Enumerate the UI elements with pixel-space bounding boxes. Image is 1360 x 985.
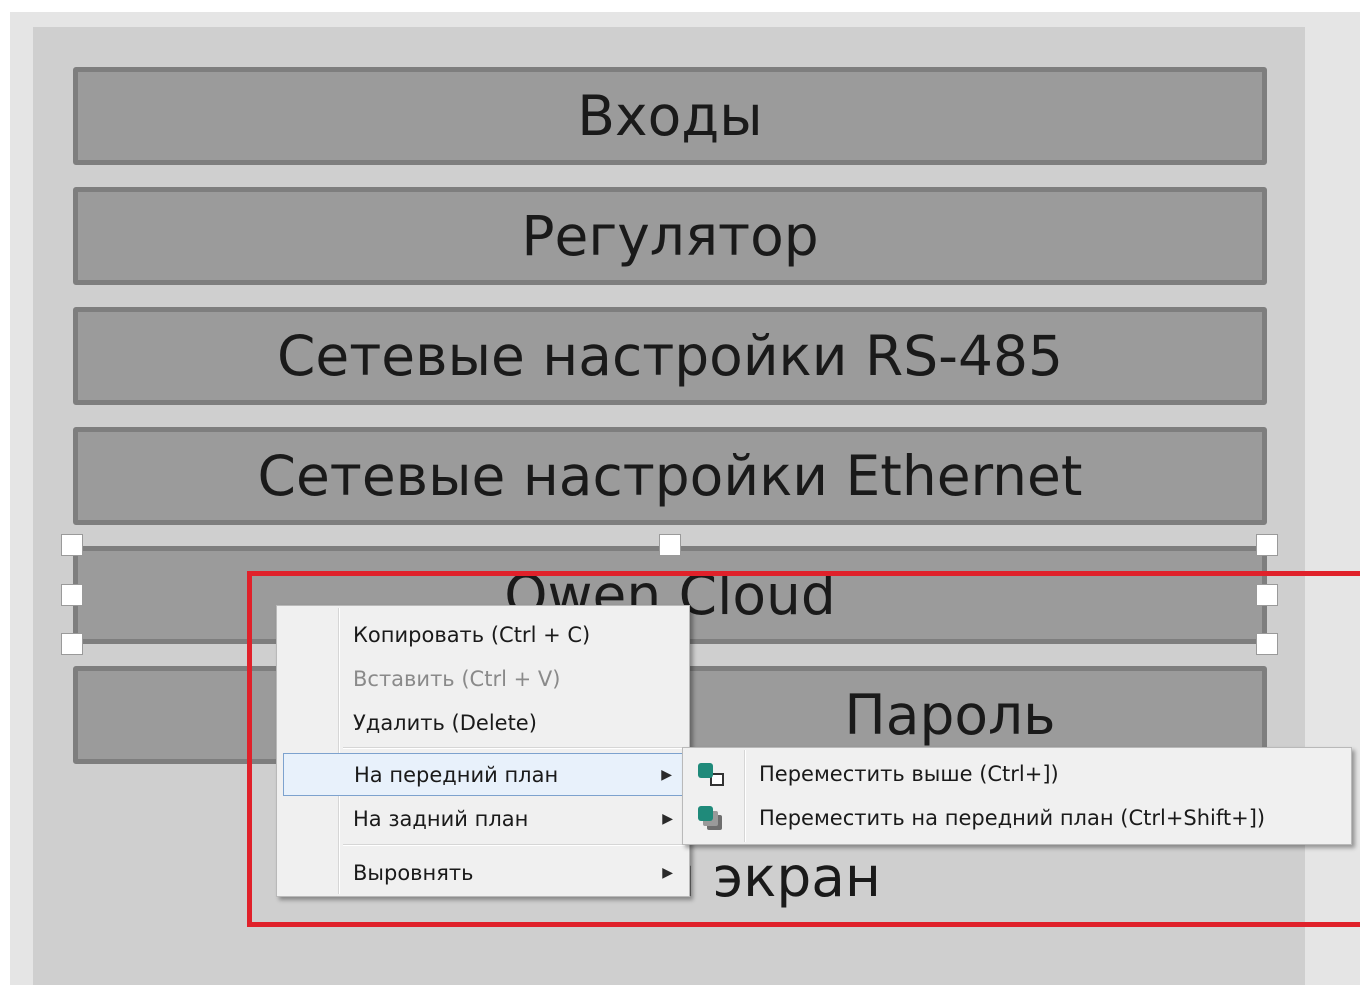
context-menu: Копировать (Ctrl + C) Вставить (Ctrl + V… <box>276 605 690 897</box>
regulator-button[interactable]: Регулятор <box>73 187 1267 285</box>
resize-handle-top-left[interactable] <box>61 534 83 556</box>
resize-handle-top-right[interactable] <box>1256 534 1278 556</box>
submenu-item-bring-to-front-label: Переместить на передний план (Ctrl+Shift… <box>759 806 1266 830</box>
ethernet-settings-button-label: Сетевые настройки Ethernet <box>257 444 1083 508</box>
inputs-button[interactable]: Входы <box>73 67 1267 165</box>
menu-item-send-to-back-label: На задний план <box>353 807 529 831</box>
bring-to-front-submenu: Переместить выше (Ctrl+]) Переместить на… <box>682 747 1352 845</box>
chevron-right-icon: ▶ <box>662 811 673 827</box>
menu-item-align[interactable]: Выровнять ▶ <box>279 853 687 893</box>
resize-handle-bottom-left[interactable] <box>61 633 83 655</box>
menu-separator <box>343 747 685 749</box>
resize-handle-middle-left[interactable] <box>61 584 83 606</box>
menu-item-bring-to-front[interactable]: На передний план ▶ <box>283 753 687 796</box>
menu-item-bring-to-front-label: На передний план <box>354 762 559 787</box>
submenu-item-bring-forward[interactable]: Переместить выше (Ctrl+]) <box>685 752 1349 796</box>
menu-item-delete[interactable]: Удалить (Delete) <box>279 703 687 743</box>
ethernet-settings-button[interactable]: Сетевые настройки Ethernet <box>73 427 1267 525</box>
menu-item-paste[interactable]: Вставить (Ctrl + V) <box>279 659 687 699</box>
resize-handle-bottom-right[interactable] <box>1256 633 1278 655</box>
inputs-button-label: Входы <box>577 84 763 148</box>
bring-to-front-icon <box>695 804 725 832</box>
rs485-settings-button-label: Сетевые настройки RS-485 <box>277 324 1063 388</box>
menu-item-align-label: Выровнять <box>353 861 474 885</box>
menu-item-copy[interactable]: Копировать (Ctrl + C) <box>279 615 687 655</box>
bring-forward-icon <box>695 760 725 788</box>
resize-handle-middle-right[interactable] <box>1256 584 1278 606</box>
menu-item-send-to-back[interactable]: На задний план ▶ <box>279 799 687 839</box>
submenu-item-bring-forward-label: Переместить выше (Ctrl+]) <box>759 762 1059 786</box>
menu-item-delete-label: Удалить (Delete) <box>353 711 537 735</box>
submenu-item-bring-to-front[interactable]: Переместить на передний план (Ctrl+Shift… <box>685 796 1349 840</box>
chevron-right-icon: ▶ <box>661 766 672 783</box>
regulator-button-label: Регулятор <box>521 204 819 268</box>
menu-separator <box>343 844 685 846</box>
menu-item-paste-label: Вставить (Ctrl + V) <box>353 667 561 691</box>
menu-item-copy-label: Копировать (Ctrl + C) <box>353 623 591 647</box>
password-button-label: Пароль <box>844 683 1056 747</box>
chevron-right-icon: ▶ <box>662 865 673 881</box>
rs485-settings-button[interactable]: Сетевые настройки RS-485 <box>73 307 1267 405</box>
resize-handle-top-center[interactable] <box>659 534 681 556</box>
